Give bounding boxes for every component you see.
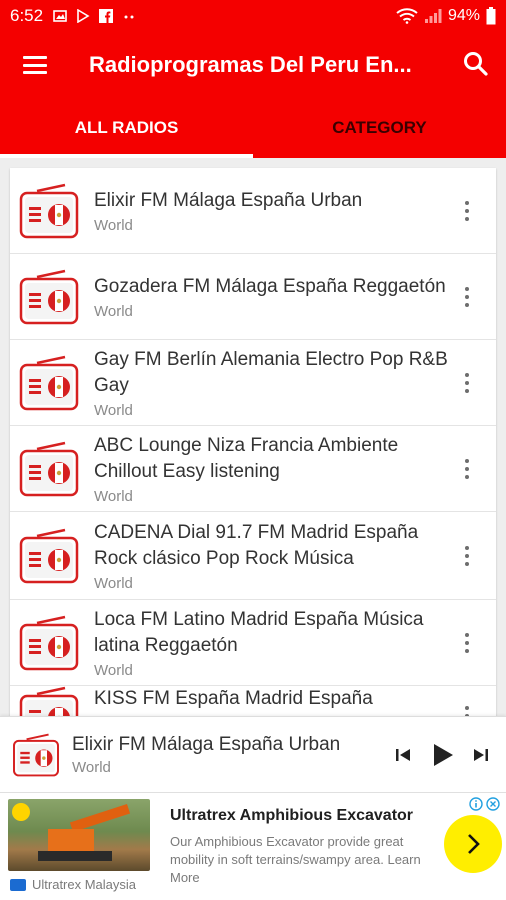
skip-previous-icon[interactable] (392, 744, 414, 766)
tab-bar: ALL RADIOS CATEGORY (0, 98, 506, 158)
facebook-notification-icon (99, 9, 114, 23)
gallery-notification-icon (53, 10, 67, 22)
ad-headline[interactable]: Ultratrex Amphibious Excavator (170, 807, 440, 825)
station-title: Loca FM Latino Madrid España Música lati… (94, 608, 424, 656)
player-radio-icon (12, 733, 60, 777)
play-notification-icon (77, 9, 90, 23)
app-title: Radioprogramas Del Peru En... (89, 52, 412, 77)
search-icon[interactable] (460, 48, 492, 80)
station-row[interactable]: Gozadera FM Málaga España Reggaetón World (10, 254, 496, 340)
more-options-icon[interactable] (458, 631, 476, 655)
station-title: KISS FM España Madrid España (94, 688, 373, 709)
close-ad-icon[interactable] (486, 797, 500, 811)
station-title: Elixir FM Málaga España Urban (94, 189, 363, 211)
tab-label: ALL RADIOS (74, 118, 179, 137)
station-radio-icon (19, 355, 79, 411)
ad-cta-button[interactable] (444, 815, 502, 873)
ad-image[interactable] (8, 799, 150, 871)
station-radio-icon (19, 615, 79, 671)
radio-icon (19, 615, 79, 670)
menu-icon (23, 56, 47, 74)
ad-choices[interactable] (469, 797, 500, 811)
ad-description: Our Amphibious Excavator provide great m… (170, 834, 421, 885)
more-options-icon[interactable] (458, 544, 476, 568)
station-row[interactable]: ABC Lounge Niza Francia Ambiente Chillou… (10, 426, 496, 512)
menu-button[interactable] (0, 32, 70, 98)
radio-icon (19, 183, 79, 238)
station-category: World (94, 661, 133, 679)
station-category: World (94, 216, 133, 234)
station-category: World (94, 574, 133, 592)
station-category: World (94, 401, 133, 419)
signal-icon (424, 9, 442, 23)
station-title: Gozadera FM Málaga España Reggaetón (94, 275, 446, 297)
app-bar: Radioprogramas Del Peru En... (0, 32, 506, 98)
advertiser-logo-icon (10, 878, 26, 891)
more-options-icon[interactable] (458, 285, 476, 309)
more-notifications-icon (124, 15, 134, 19)
more-options-icon[interactable] (458, 704, 476, 716)
station-category: World (94, 302, 133, 320)
station-list-card: Elixir FM Málaga España Urban World Gozade… (10, 168, 496, 716)
status-time: 6:52 (10, 6, 44, 25)
radio-icon (19, 441, 79, 496)
status-bar: 6:52 94% (0, 0, 506, 32)
player-category: World (72, 758, 111, 776)
wifi-icon (396, 8, 418, 24)
mini-player[interactable]: Elixir FM Málaga España Urban World (0, 716, 506, 792)
radio-icon (19, 269, 79, 324)
battery-icon (486, 7, 496, 25)
station-row[interactable]: CADENA Dial 91.7 FM Madrid España Rock c… (10, 512, 496, 600)
more-options-icon[interactable] (458, 371, 476, 395)
radio-icon (19, 528, 79, 583)
station-radio-icon (19, 269, 79, 325)
info-icon[interactable] (469, 797, 483, 811)
ad-advertiser[interactable]: Ultratrex Malaysia (10, 877, 136, 892)
tab-all-radios[interactable]: ALL RADIOS (0, 98, 253, 158)
station-radio-icon (19, 441, 79, 497)
ad-advertiser-name: Ultratrex Malaysia (32, 877, 137, 892)
station-radio-icon (19, 528, 79, 584)
station-title: Gay FM Berlín Alemania Electro Pop R&B G… (94, 348, 448, 396)
radio-icon (19, 686, 79, 716)
more-options-icon[interactable] (458, 457, 476, 481)
station-category: World (94, 487, 133, 505)
station-title: CADENA Dial 91.7 FM Madrid España Rock c… (94, 521, 419, 569)
station-radio-icon (19, 686, 79, 716)
station-radio-icon (19, 183, 79, 239)
tab-label: CATEGORY (332, 118, 427, 137)
station-title: ABC Lounge Niza Francia Ambiente Chillou… (94, 434, 399, 482)
player-title: Elixir FM Málaga España Urban (72, 733, 341, 755)
battery-percent: 94% (447, 7, 480, 24)
station-row[interactable]: KISS FM España Madrid EspañaWorld (10, 686, 496, 716)
radio-icon (13, 733, 59, 776)
ad-banner[interactable]: Ultratrex Malaysia Ultratrex Amphibious … (0, 792, 506, 900)
tab-category[interactable]: CATEGORY (253, 98, 506, 158)
station-row[interactable]: Elixir FM Málaga España Urban World (10, 168, 496, 254)
more-options-icon[interactable] (458, 199, 476, 223)
radio-icon (19, 355, 79, 410)
chevron-right-icon (468, 834, 480, 854)
station-row[interactable]: Gay FM Berlín Alemania Electro Pop R&B G… (10, 340, 496, 426)
station-list[interactable]: Elixir FM Málaga España Urban World Gozade… (0, 158, 506, 716)
skip-next-icon[interactable] (470, 744, 492, 766)
play-icon[interactable] (428, 741, 456, 769)
station-row[interactable]: Loca FM Latino Madrid España Música lati… (10, 600, 496, 686)
